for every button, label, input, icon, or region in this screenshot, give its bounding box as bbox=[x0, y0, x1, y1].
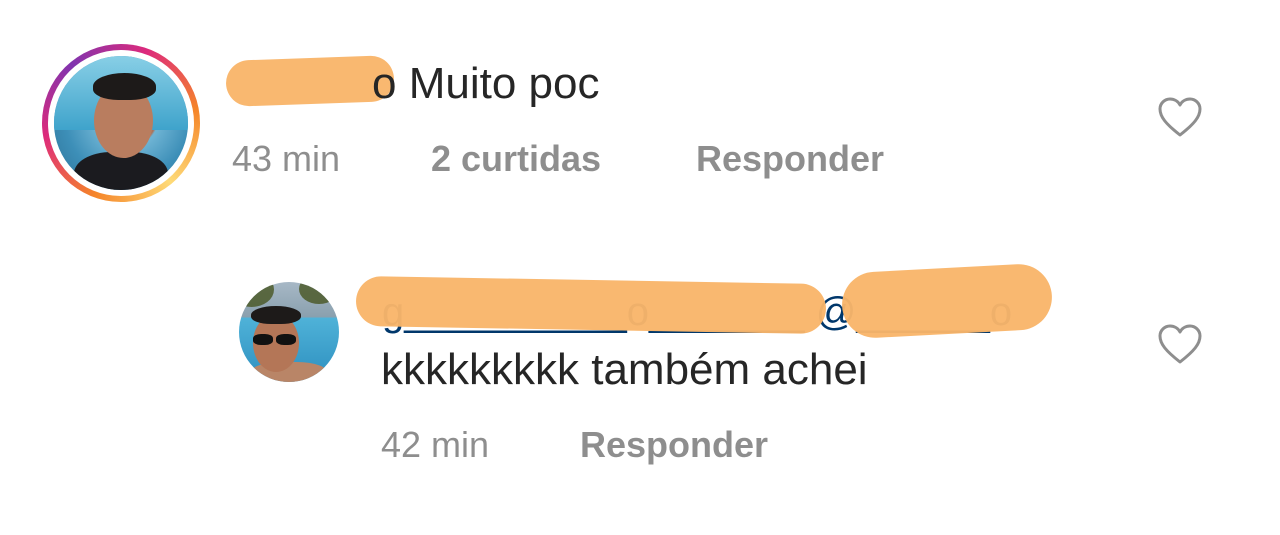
avatar bbox=[54, 56, 188, 190]
reply-time: 42 min bbox=[381, 424, 490, 465]
comment-2-reply: g__________o_______ @______o kkkkkkkkk t… bbox=[0, 230, 1280, 535]
reply-button[interactable]: Responder bbox=[696, 137, 884, 181]
redacted-mention bbox=[840, 262, 1054, 340]
commenter-avatar-ring[interactable] bbox=[42, 44, 200, 202]
redacted-username bbox=[225, 55, 395, 107]
reply-button[interactable]: Responder bbox=[580, 423, 768, 467]
comment-time: 43 min bbox=[232, 138, 341, 179]
redacted-username bbox=[355, 275, 827, 335]
reply-text: kkkkkkkkk também achei bbox=[381, 345, 868, 394]
comment-text: o Muito poc bbox=[372, 59, 600, 108]
likes-count-button[interactable]: 2 curtidas bbox=[431, 137, 601, 181]
reply-avatar[interactable] bbox=[239, 282, 339, 382]
comment-1: o Muito poc 43 min 2 curtidas Responder bbox=[0, 0, 1280, 230]
heart-outline-icon[interactable] bbox=[1157, 96, 1203, 138]
heart-outline-icon[interactable] bbox=[1157, 323, 1203, 365]
